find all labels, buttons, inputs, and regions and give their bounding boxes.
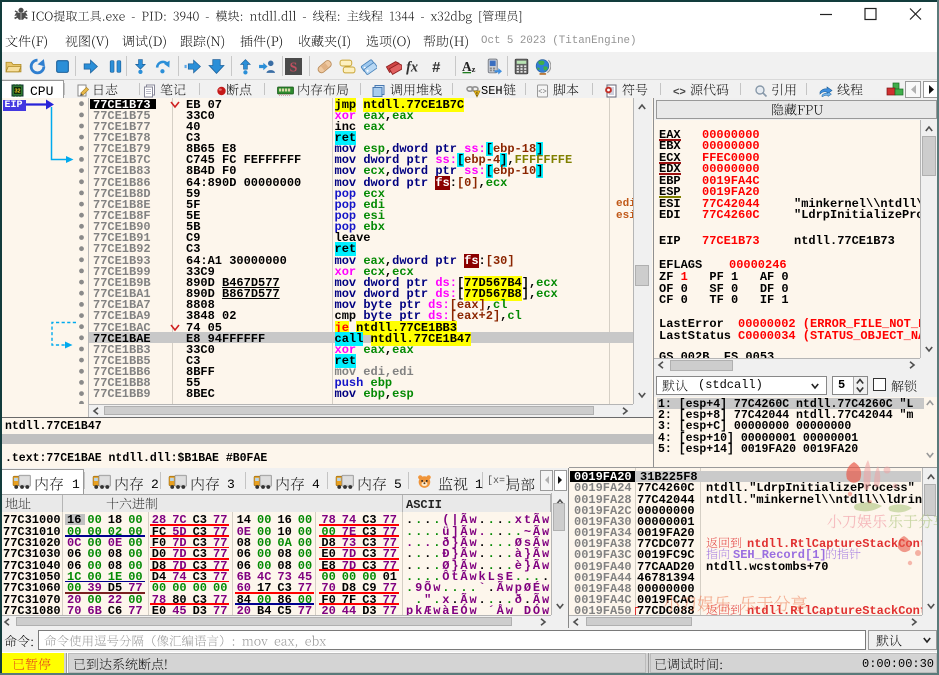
svg-text:A: A [462,59,472,74]
svg-text:fx: fx [406,59,418,75]
svg-text:<>: <> [673,86,686,98]
svg-text:32: 32 [14,89,20,95]
svg-text:#: # [432,60,441,75]
svg-text:S: S [290,59,298,74]
svg-text:z: z [472,64,476,74]
svg-text:<>: <> [538,89,546,97]
